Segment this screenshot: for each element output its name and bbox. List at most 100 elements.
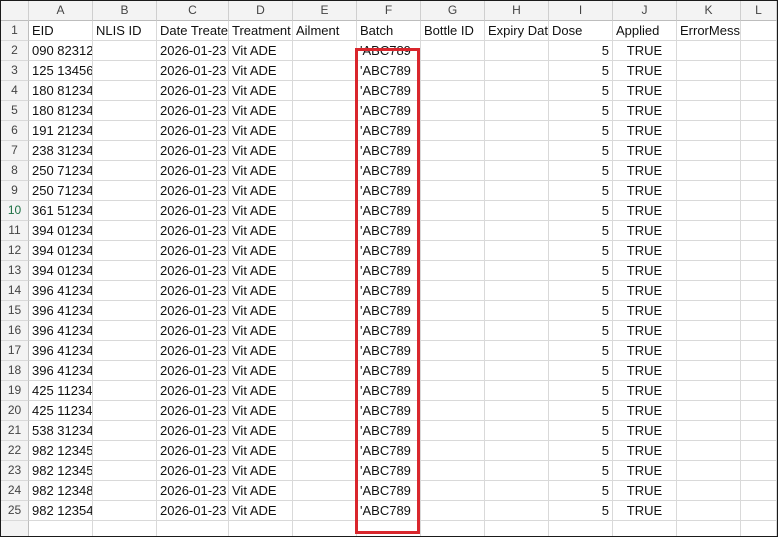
applied-cell[interactable]: TRUE xyxy=(613,121,677,141)
treatment-cell[interactable]: Vit ADE xyxy=(229,121,293,141)
applied-cell[interactable]: TRUE xyxy=(613,341,677,361)
select-all-corner[interactable] xyxy=(1,1,29,21)
applied-cell[interactable]: TRUE xyxy=(613,481,677,501)
treatment-cell[interactable]: Vit ADE xyxy=(229,361,293,381)
row-number[interactable]: 16 xyxy=(1,321,29,341)
empty-cell[interactable] xyxy=(741,321,777,341)
ailment-cell[interactable] xyxy=(293,341,357,361)
nlis-id-cell[interactable] xyxy=(93,461,157,481)
nlis-id-cell[interactable] xyxy=(93,321,157,341)
nlis-id-cell[interactable] xyxy=(93,241,157,261)
applied-cell[interactable]: TRUE xyxy=(613,281,677,301)
eid-cell[interactable]: 425 112345678900 xyxy=(29,381,93,401)
column-header-c[interactable]: C xyxy=(157,1,229,21)
empty-cell[interactable] xyxy=(741,261,777,281)
empty-cell[interactable] xyxy=(741,281,777,301)
eid-cell[interactable]: 090 823123456788 xyxy=(29,41,93,61)
treatment-cell[interactable]: Vit ADE xyxy=(229,401,293,421)
applied-cell[interactable]: TRUE xyxy=(613,441,677,461)
date-cell[interactable]: 2026-01-23 xyxy=(157,121,229,141)
dose-cell[interactable]: 5 xyxy=(549,81,613,101)
expiry-cell[interactable] xyxy=(485,481,549,501)
dose-cell[interactable]: 5 xyxy=(549,481,613,501)
batch-cell[interactable]: 'ABC789 xyxy=(357,41,421,61)
batch-cell[interactable]: 'ABC789 xyxy=(357,441,421,461)
error-message-cell[interactable] xyxy=(677,221,741,241)
empty-cell[interactable] xyxy=(741,181,777,201)
expiry-cell[interactable] xyxy=(485,81,549,101)
row-number[interactable]: 6 xyxy=(1,121,29,141)
ailment-cell[interactable] xyxy=(293,421,357,441)
row-number[interactable]: 5 xyxy=(1,101,29,121)
column-header-e[interactable]: E xyxy=(293,1,357,21)
expiry-cell[interactable] xyxy=(485,421,549,441)
batch-cell[interactable]: 'ABC789 xyxy=(357,381,421,401)
error-message-cell[interactable] xyxy=(677,181,741,201)
ailment-cell[interactable] xyxy=(293,381,357,401)
error-message-cell[interactable] xyxy=(677,301,741,321)
eid-cell[interactable]: 125 134567891000 xyxy=(29,61,93,81)
date-cell[interactable]: 2026-01-23 xyxy=(157,221,229,241)
eid-cell[interactable]: 394 012345678902 xyxy=(29,261,93,281)
applied-cell[interactable]: TRUE xyxy=(613,201,677,221)
applied-cell[interactable]: TRUE xyxy=(613,381,677,401)
row-number[interactable]: 18 xyxy=(1,361,29,381)
empty-cell[interactable] xyxy=(741,101,777,121)
nlis-id-cell[interactable] xyxy=(93,301,157,321)
error-message-cell[interactable] xyxy=(677,401,741,421)
ailment-cell[interactable] xyxy=(293,261,357,281)
batch-cell[interactable]: 'ABC789 xyxy=(357,101,421,121)
error-message-cell[interactable] xyxy=(677,201,741,221)
batch-cell[interactable]: 'ABC789 xyxy=(357,201,421,221)
nlis-id-cell[interactable] xyxy=(93,201,157,221)
empty-cell[interactable] xyxy=(741,81,777,101)
nlis-id-cell[interactable] xyxy=(93,441,157,461)
treatment-cell[interactable]: Vit ADE xyxy=(229,281,293,301)
eid-cell[interactable]: 396 412345678903 xyxy=(29,341,93,361)
treatment-cell[interactable]: Vit ADE xyxy=(229,201,293,221)
empty-cell[interactable] xyxy=(741,241,777,261)
dose-cell[interactable]: 5 xyxy=(549,201,613,221)
treatment-cell[interactable]: Vit ADE xyxy=(229,61,293,81)
dose-cell[interactable]: 5 xyxy=(549,141,613,161)
column-header-a[interactable]: A xyxy=(29,1,93,21)
treatment-cell[interactable]: Vit ADE xyxy=(229,321,293,341)
column-header-d[interactable]: D xyxy=(229,1,293,21)
empty-cell[interactable] xyxy=(677,521,741,536)
ailment-cell[interactable] xyxy=(293,481,357,501)
expiry-cell[interactable] xyxy=(485,121,549,141)
ailment-cell[interactable] xyxy=(293,321,357,341)
expiry-cell[interactable] xyxy=(485,461,549,481)
row-number[interactable]: 23 xyxy=(1,461,29,481)
applied-cell[interactable]: TRUE xyxy=(613,161,677,181)
field-header-cell[interactable]: Treatment xyxy=(229,21,293,41)
nlis-id-cell[interactable] xyxy=(93,221,157,241)
eid-cell[interactable]: 982 123480564299 xyxy=(29,481,93,501)
bottle-id-cell[interactable] xyxy=(421,121,485,141)
column-header-h[interactable]: H xyxy=(485,1,549,21)
expiry-cell[interactable] xyxy=(485,361,549,381)
treatment-cell[interactable]: Vit ADE xyxy=(229,161,293,181)
bottle-id-cell[interactable] xyxy=(421,461,485,481)
error-message-cell[interactable] xyxy=(677,421,741,441)
dose-cell[interactable]: 5 xyxy=(549,121,613,141)
batch-cell[interactable]: 'ABC789 xyxy=(357,181,421,201)
treatment-cell[interactable]: Vit ADE xyxy=(229,341,293,361)
nlis-id-cell[interactable] xyxy=(93,41,157,61)
expiry-cell[interactable] xyxy=(485,161,549,181)
row-number[interactable]: 14 xyxy=(1,281,29,301)
dose-cell[interactable]: 5 xyxy=(549,321,613,341)
nlis-id-cell[interactable] xyxy=(93,401,157,421)
ailment-cell[interactable] xyxy=(293,161,357,181)
treatment-cell[interactable]: Vit ADE xyxy=(229,141,293,161)
expiry-cell[interactable] xyxy=(485,321,549,341)
expiry-cell[interactable] xyxy=(485,401,549,421)
batch-cell[interactable]: 'ABC789 xyxy=(357,61,421,81)
date-cell[interactable]: 2026-01-23 xyxy=(157,301,229,321)
empty-cell[interactable] xyxy=(741,301,777,321)
nlis-id-cell[interactable] xyxy=(93,121,157,141)
error-message-cell[interactable] xyxy=(677,441,741,461)
batch-cell[interactable]: 'ABC789 xyxy=(357,301,421,321)
nlis-id-cell[interactable] xyxy=(93,361,157,381)
empty-cell[interactable] xyxy=(741,521,777,536)
